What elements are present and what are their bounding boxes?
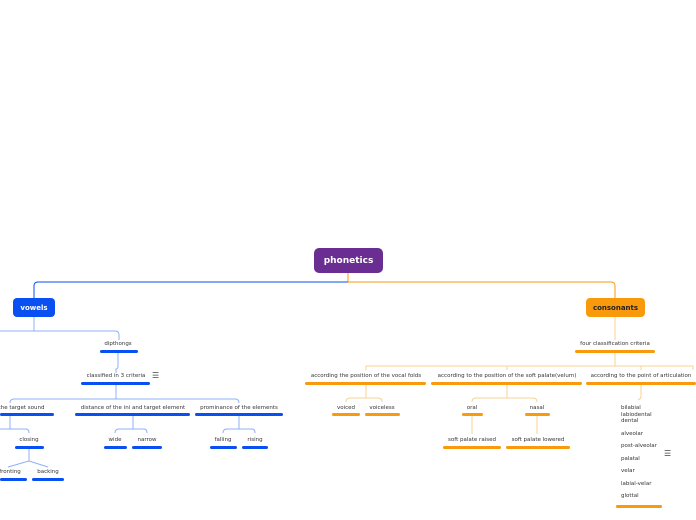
node-backing[interactable]: backing (37, 469, 59, 475)
node-classified-criteria[interactable]: classified in 3 criteria (87, 373, 146, 379)
place-item: post-alveolar (621, 443, 657, 449)
connector-root-vowels (33, 281, 348, 298)
node-falling[interactable]: falling (215, 437, 232, 443)
node-closing[interactable]: closing (19, 437, 38, 443)
node-target-sound[interactable]: of the target sound (0, 405, 45, 411)
node-dipthongs[interactable]: dipthongs (104, 341, 131, 347)
node-nasal[interactable]: nasal (530, 405, 545, 411)
underline-point-of-articulation (586, 382, 696, 385)
underline-voiced (332, 413, 360, 416)
connector-root-consonants (348, 281, 616, 298)
node-oral[interactable]: oral (467, 405, 478, 411)
node-rising[interactable]: rising (247, 437, 262, 443)
underline-dipthongs (100, 350, 138, 353)
node-vocal-folds[interactable]: according the position of the vocal fold… (311, 373, 421, 379)
connector-soft-palate (471, 385, 538, 403)
underline-oral (462, 413, 483, 416)
underline-rising (242, 446, 268, 449)
underline-four-criteria (575, 350, 655, 353)
node-prominance[interactable]: prominance of the elements (200, 405, 278, 411)
node-vowels[interactable]: vowels (13, 298, 55, 317)
node-voiced[interactable]: voiced (337, 405, 355, 411)
connector-vocal-folds (345, 385, 383, 403)
underline-wide (104, 446, 127, 449)
underline-vocal-folds (305, 382, 426, 385)
place-item: labial-velar (621, 480, 652, 487)
connector-criterion-2 (114, 416, 148, 434)
node-narrow[interactable]: narrow (137, 437, 156, 443)
connector-four-criteria (365, 353, 694, 370)
underline-closing (15, 446, 44, 449)
place-item: alveolar (621, 430, 644, 437)
underline-places-list (616, 505, 662, 508)
underline-voiceless (365, 413, 400, 416)
node-consonants[interactable]: consonants (586, 298, 645, 317)
connector-criterion-3 (222, 416, 256, 434)
place-item: velar (621, 468, 635, 474)
connector-dipthongs (115, 353, 119, 373)
notes-icon[interactable]: ☰ (152, 371, 159, 380)
underline-falling (210, 446, 237, 449)
underline-soft-palate-lowered (506, 446, 570, 449)
place-item: glottal (621, 493, 639, 499)
underline-prominance (195, 413, 283, 416)
node-soft-palate-lowered[interactable]: soft palate lowered (512, 437, 565, 443)
node-wide[interactable]: wide (109, 437, 122, 443)
node-four-criteria[interactable]: four classification criteria (580, 341, 650, 347)
node-distance[interactable]: distance of the ini and target element (81, 405, 185, 411)
node-voiceless[interactable]: voiceless (369, 405, 394, 411)
consonants-label: consonants (592, 303, 639, 312)
root-node-phonetics[interactable]: phonetics (314, 248, 383, 273)
places-of-articulation-list[interactable]: bilabial labiodental dental alveolar pos… (621, 405, 657, 500)
node-fronting[interactable]: fronting (0, 469, 21, 475)
connector-articulation (637, 385, 642, 401)
underline-fronting (0, 478, 27, 481)
place-item: dental (621, 418, 639, 424)
underline-nasal (525, 413, 550, 416)
node-point-of-articulation[interactable]: according to the point of articulation (591, 373, 692, 379)
underline-distance (75, 413, 190, 416)
underline-soft-palate-raised (443, 446, 501, 449)
connector-criterion-1 (0, 416, 30, 434)
underline-narrow (132, 446, 162, 449)
connector-closing (7, 447, 49, 468)
node-soft-palate-raised[interactable]: soft palate raised (448, 437, 496, 443)
underline-target-sound (0, 413, 54, 416)
underline-classified-criteria (81, 382, 150, 385)
connector-criteria (9, 385, 240, 404)
underline-backing (32, 478, 64, 481)
vowels-label: vowels (20, 303, 48, 312)
place-item: palatal (621, 455, 640, 462)
underline-soft-palate (431, 382, 582, 385)
connector-vowels (0, 317, 120, 340)
root-label: phonetics (323, 255, 374, 266)
notes-icon[interactable]: ☰ (664, 449, 671, 458)
node-soft-palate[interactable]: according to the position of the soft pa… (438, 373, 577, 379)
